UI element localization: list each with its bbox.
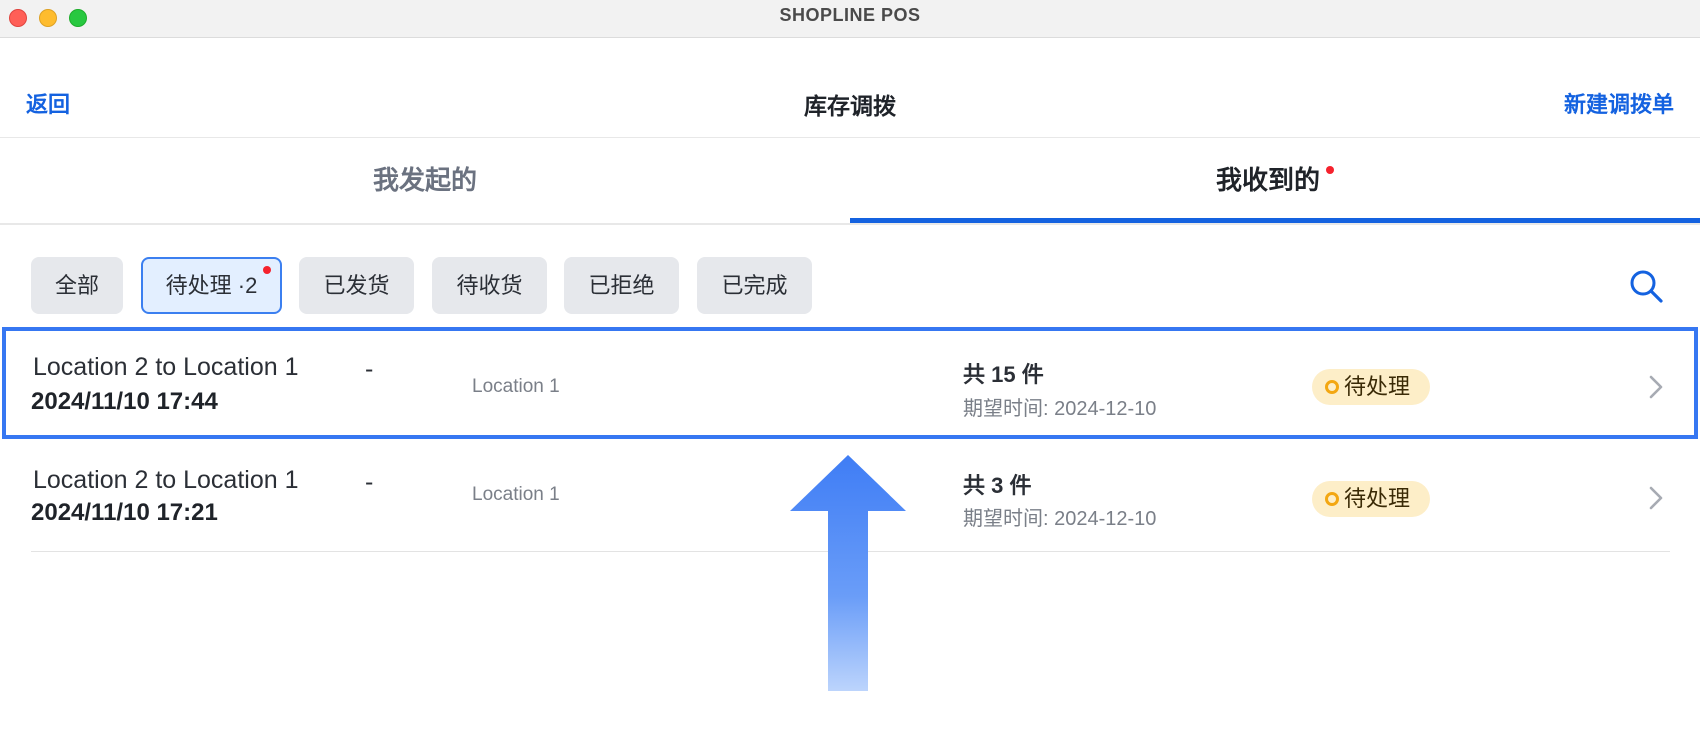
up-arrow-annotation-icon: [790, 455, 906, 691]
filter-pending-label: 待处理 ·2: [165, 273, 258, 298]
filter-shipped[interactable]: 已发货: [299, 257, 414, 314]
search-icon[interactable]: [1628, 268, 1664, 304]
page-header: 返回 库存调拨 新建调拨单: [0, 37, 1700, 138]
tab-received[interactable]: 我收到的: [850, 138, 1700, 223]
filter-awaiting-receipt-label: 待收货: [456, 273, 523, 298]
chevron-right-icon: [1649, 486, 1663, 510]
transfer-dash: -: [365, 468, 374, 496]
status-label: 待处理: [1344, 374, 1411, 399]
transfer-dash: -: [365, 355, 374, 383]
transfer-created-date: 2024/11/10 17:21: [31, 499, 218, 526]
filter-completed[interactable]: 已完成: [697, 257, 812, 314]
active-tab-indicator: [850, 218, 1700, 223]
new-transfer-button[interactable]: 新建调拨单: [1564, 87, 1674, 119]
tab-received-label: 我收到的: [1215, 165, 1320, 195]
filter-shipped-label: 已发货: [323, 273, 390, 298]
app-title: SHOPLINE POS: [779, 5, 921, 25]
expected-date: 期望时间: 2024-12-10: [963, 398, 1157, 420]
transfer-route: Location 2 to Location 1: [33, 466, 299, 494]
filter-pending[interactable]: 待处理 ·2: [141, 257, 282, 314]
tab-initiated[interactable]: 我发起的: [0, 138, 850, 223]
notification-dot: [1326, 166, 1334, 174]
tab-initiated-label: 我发起的: [372, 165, 477, 195]
status-badge: 待处理: [1312, 369, 1430, 405]
filter-all-label: 全部: [54, 273, 99, 298]
window-titlebar: SHOPLINE POS: [0, 0, 1700, 38]
notification-dot: [263, 266, 271, 274]
filter-completed-label: 已完成: [721, 273, 788, 298]
pending-status-icon: [1325, 492, 1339, 506]
transfer-route: Location 2 to Location 1: [33, 353, 299, 381]
filter-rejected-label: 已拒绝: [588, 273, 655, 298]
transfer-created-date: 2024/11/10 17:44: [31, 388, 218, 415]
transfer-location: Location 1: [472, 376, 560, 397]
item-count: 共 15 件: [963, 362, 1044, 387]
status-label: 待处理: [1344, 486, 1411, 511]
transfer-row[interactable]: Location 2 to Location 1 - 2024/11/10 17…: [0, 328, 1700, 438]
filter-all[interactable]: 全部: [31, 257, 123, 314]
tab-bar: 我发起的 我收到的: [0, 138, 1700, 225]
expected-date: 期望时间: 2024-12-10: [963, 508, 1157, 530]
status-badge: 待处理: [1312, 481, 1430, 517]
chevron-right-icon: [1649, 375, 1663, 399]
item-count: 共 3 件: [963, 473, 1032, 498]
filter-awaiting-receipt[interactable]: 待收货: [432, 257, 547, 314]
page-title: 库存调拨: [804, 93, 896, 119]
filter-rejected[interactable]: 已拒绝: [564, 257, 679, 314]
transfer-location: Location 1: [472, 484, 560, 505]
pending-status-icon: [1325, 380, 1339, 394]
